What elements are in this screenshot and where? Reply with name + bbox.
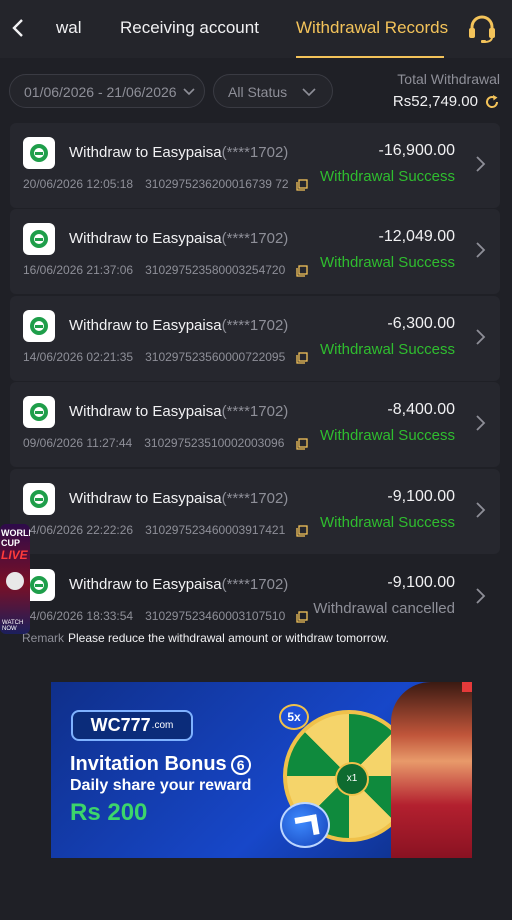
record-remark: Remark Please reduce the withdrawal amoun… bbox=[22, 631, 389, 645]
chevron-right-icon[interactable] bbox=[474, 586, 486, 606]
close-icon[interactable] bbox=[462, 682, 472, 692]
record-order-no: 310297523560000722095 bbox=[145, 350, 286, 364]
record-meta: 16/06/2026 21:37:06 310297523580003254720 bbox=[23, 263, 285, 277]
trophy-icon bbox=[6, 572, 24, 590]
record-meta: 04/06/2026 18:33:54 310297523460003107510 bbox=[23, 609, 285, 623]
copy-icon[interactable] bbox=[296, 438, 308, 450]
easypaisa-logo-icon bbox=[23, 137, 55, 169]
chevron-right-icon[interactable] bbox=[474, 327, 486, 347]
tab-receiving-account[interactable]: Receiving account bbox=[120, 18, 259, 38]
chevron-right-icon[interactable] bbox=[474, 500, 486, 520]
copy-icon[interactable] bbox=[296, 611, 308, 623]
chevron-right-icon[interactable] bbox=[474, 413, 486, 433]
record-meta: 09/06/2026 11:27:44 310297523510002003096 bbox=[23, 436, 284, 450]
banner-reward: Rs 200 bbox=[70, 799, 148, 826]
remark-text: Please reduce the withdrawal amount or w… bbox=[68, 631, 389, 645]
badge-watch: WATCH NOW bbox=[2, 620, 24, 632]
world-cup-live-badge[interactable]: WORLDCUP LIVE WATCH NOW bbox=[0, 524, 30, 634]
share-arrow-icon bbox=[280, 802, 330, 848]
record-status: Withdrawal Success bbox=[319, 341, 455, 358]
refresh-icon[interactable] bbox=[484, 94, 500, 110]
record-datetime: 09/06/2026 11:27:44 bbox=[23, 436, 133, 450]
status-filter[interactable]: All Status bbox=[213, 74, 333, 108]
total-amount: Rs52,749.00 bbox=[392, 93, 478, 110]
headset-icon[interactable] bbox=[466, 13, 498, 45]
record-amount: -8,400.00 bbox=[387, 401, 455, 418]
chevron-right-icon[interactable] bbox=[474, 240, 486, 260]
multiplier-badge: 5x bbox=[279, 704, 309, 730]
mascot-image bbox=[391, 682, 472, 858]
easypaisa-logo-icon bbox=[23, 310, 55, 342]
copy-icon[interactable] bbox=[296, 525, 308, 537]
easypaisa-logo-icon bbox=[23, 483, 55, 515]
record-meta: 14/06/2026 02:21:35 310297523560000722095 bbox=[23, 350, 285, 364]
record-title: Withdraw to Easypaisa(****1702) bbox=[69, 144, 289, 161]
copy-icon[interactable] bbox=[296, 179, 308, 191]
record-amount: -9,100.00 bbox=[387, 488, 455, 505]
tab-withdrawal-records[interactable]: Withdrawal Records bbox=[296, 18, 448, 38]
record-order-no: 310297523460003917421 bbox=[145, 523, 286, 537]
record-order-no: 310297523510002003096 bbox=[144, 436, 285, 450]
record-status: Withdrawal Success bbox=[319, 514, 455, 531]
remark-label: Remark bbox=[22, 631, 65, 645]
record-card[interactable]: Withdraw to Easypaisa(****1702) 20/06/20… bbox=[10, 123, 500, 208]
easypaisa-logo-icon bbox=[23, 223, 55, 255]
record-status: Withdrawal Success bbox=[319, 168, 455, 185]
record-meta: 20/06/2026 12:05:18 3102975236200016739 7… bbox=[23, 177, 289, 191]
tab-withdrawal[interactable]: wal bbox=[56, 18, 82, 38]
record-datetime: 20/06/2026 12:05:18 bbox=[23, 177, 134, 191]
top-bar: wal Receiving account Withdrawal Records bbox=[0, 0, 512, 58]
promo-banner[interactable]: WC777 .com Invitation Bonus 6 Daily share … bbox=[51, 682, 472, 858]
record-amount: -16,900.00 bbox=[378, 142, 455, 159]
active-tab-underline bbox=[296, 56, 444, 58]
record-title: Withdraw to Easypaisa(****1702) bbox=[69, 490, 289, 507]
record-datetime: 14/06/2026 02:21:35 bbox=[23, 350, 134, 364]
easypaisa-logo-icon bbox=[23, 396, 55, 428]
record-card[interactable]: Withdraw to Easypaisa(****1702) 04/06/20… bbox=[10, 469, 500, 554]
record-card[interactable]: Withdraw to Easypaisa(****1702) 16/06/20… bbox=[10, 209, 500, 294]
chevron-down-icon bbox=[302, 88, 316, 97]
chevron-right-icon[interactable] bbox=[474, 154, 486, 174]
record-meta: 04/06/2026 22:22:26 310297523460003917421 bbox=[23, 523, 285, 537]
record-amount: -9,100.00 bbox=[387, 574, 455, 591]
record-card[interactable]: Withdraw to Easypaisa(****1702) 14/06/20… bbox=[10, 296, 500, 381]
badge-title: WORLDCUP bbox=[1, 528, 30, 548]
copy-icon[interactable] bbox=[296, 352, 308, 364]
record-card[interactable]: Withdraw to Easypaisa(****1702) 04/06/20… bbox=[10, 555, 500, 640]
total-withdrawal-value: Rs52,749.00 bbox=[393, 93, 500, 110]
record-title: Withdraw to Easypaisa(****1702) bbox=[69, 403, 289, 420]
record-title: Withdraw to Easypaisa(****1702) bbox=[69, 576, 289, 593]
copy-icon[interactable] bbox=[296, 265, 308, 277]
record-amount: -6,300.00 bbox=[387, 315, 455, 332]
total-withdrawal-label: Total Withdrawal bbox=[397, 71, 500, 87]
badge-live: LIVE bbox=[1, 548, 28, 562]
date-range-value: 01/06/2026 - 21/06/2026 bbox=[24, 84, 177, 100]
record-datetime: 04/06/2026 22:22:26 bbox=[23, 523, 134, 537]
record-status: Withdrawal Success bbox=[319, 254, 455, 271]
chevron-down-icon bbox=[183, 88, 195, 96]
record-order-no: 310297523460003107510 bbox=[145, 609, 286, 623]
back-chevron-left-icon[interactable] bbox=[8, 14, 28, 42]
wheel-center: x1 bbox=[335, 762, 369, 796]
record-order-no: 310297523580003254720 bbox=[145, 263, 286, 277]
record-datetime: 16/06/2026 21:37:06 bbox=[23, 263, 134, 277]
record-datetime: 04/06/2026 18:33:54 bbox=[23, 609, 134, 623]
brand-logo: WC777 .com bbox=[71, 710, 193, 741]
record-title: Withdraw to Easypaisa(****1702) bbox=[69, 230, 289, 247]
banner-title: Invitation Bonus 6 bbox=[70, 753, 251, 776]
record-amount: -12,049.00 bbox=[378, 228, 455, 245]
status-filter-value: All Status bbox=[228, 84, 288, 100]
banner-subtitle: Daily share your reward bbox=[70, 777, 252, 794]
record-status: Withdrawal Success bbox=[319, 427, 455, 444]
date-range-filter[interactable]: 01/06/2026 - 21/06/2026 bbox=[9, 74, 205, 108]
record-card[interactable]: Withdraw to Easypaisa(****1702) 09/06/20… bbox=[10, 382, 500, 467]
record-title: Withdraw to Easypaisa(****1702) bbox=[69, 317, 289, 334]
record-order-no: 3102975236200016739 72 bbox=[145, 177, 289, 191]
record-status: Withdrawal cancelled bbox=[313, 600, 455, 617]
